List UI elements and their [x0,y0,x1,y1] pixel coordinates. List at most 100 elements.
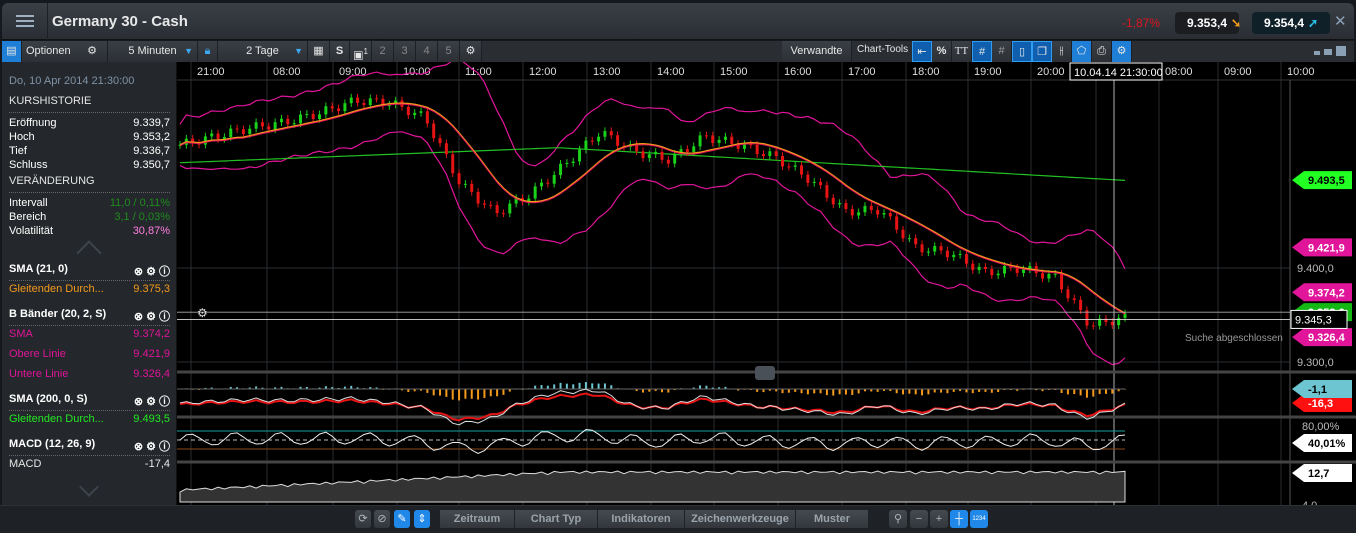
macd-histogram-bar [445,389,448,397]
remove-icon[interactable]: ⊗ [134,396,143,408]
slot-2[interactable]: 2 [372,41,394,62]
minimize-icon[interactable] [1314,51,1320,55]
indicator-line-value: 9.326,4 [133,368,170,380]
tab-zeichenwerkzeuge[interactable]: Zeichenwerkzeuge [685,510,795,528]
candle [324,106,328,115]
candle [933,246,937,252]
restore-icon[interactable] [1324,49,1332,55]
print-icon[interactable]: ⎙ [1092,41,1112,62]
grid-icon[interactable]: # [972,41,992,62]
menu-button[interactable] [2,3,48,40]
interval-value: 5 Minuten [128,45,177,57]
time-label: 19:00 [974,66,1002,78]
info-icon[interactable]: ⓘ [159,441,170,453]
chart-canvas[interactable]: 21:00 08:00 09:00 10:00 11:00 12:00 13:00 14:00… [177,58,1356,512]
candle [311,113,315,120]
cancel-icon[interactable]: ⊘ [374,510,390,528]
macd-histogram-bar [1104,389,1107,394]
settings-icon[interactable]: ⚙ [146,396,156,408]
macd-histogram-bar [813,389,816,394]
refresh-icon[interactable]: ⟳ [355,510,371,528]
text-size-button[interactable]: TT [952,41,972,62]
candle [463,183,467,185]
macd-histogram-bar [787,389,790,393]
zoom-in-icon[interactable]: + [930,510,948,528]
percent-button[interactable]: % [932,41,952,62]
interval-select[interactable]: 5 Minuten ▼ [108,41,198,62]
list-icon[interactable]: ▤ [2,41,22,62]
windows-icon[interactable]: ❐ [1032,41,1052,62]
macd-histogram-bar [800,389,803,394]
candle [203,136,207,145]
crosshair-icon[interactable]: ┼ [950,510,968,528]
candle [844,203,848,210]
candle [920,244,924,253]
candle [1066,289,1070,299]
candle-icon[interactable]: ▯ [1012,41,1032,62]
grid-numbers-button[interactable]: 1234 [970,510,988,528]
candle [666,159,670,164]
candle [819,181,823,186]
chart-toolbar: ▤ Optionen ⚙ 5 Minuten ▼ 🔒︎ 2 Tage ▼ ▦ S ▣1… [2,41,1354,62]
info-icon[interactable]: ⓘ [159,311,170,323]
price-chart[interactable]: 21:00 08:00 09:00 10:00 11:00 12:00 13:00 14:00… [177,58,1356,512]
lock-icon[interactable]: 🔒︎ [198,41,218,62]
range-select[interactable]: 2 Tage ▼ [218,41,308,62]
history-row: Eröffnung 9.339,7 [9,117,170,131]
sma200-line [179,147,1126,181]
buy-button[interactable]: 9.354,4 ➚ [1252,12,1330,34]
macd-histogram-bar [458,389,461,401]
tab-chart-typ[interactable]: Chart Typ [515,510,597,528]
tab-indikatoren[interactable]: Indikatoren [598,510,684,528]
sell-button[interactable]: 9.353,4 ➘ [1175,12,1241,34]
slot-5[interactable]: 5 [438,41,460,62]
candle [742,144,746,149]
pencil-icon[interactable]: ✎ [394,510,410,528]
slot-3[interactable]: 3 [394,41,416,62]
chart-gear-icon[interactable]: ⚙ [197,306,208,320]
settings-edit-icon[interactable]: ⚙ [1112,41,1132,62]
remove-icon[interactable]: ⊗ [134,311,143,323]
compare-icon[interactable]: ⫲ [1052,41,1072,62]
remove-icon[interactable]: ⊗ [134,266,143,278]
save-s-button[interactable]: S [330,41,350,62]
indicator-line: MACD -17,4 [9,458,170,472]
tab-muster[interactable]: Muster [796,510,868,528]
options-button[interactable]: Optionen ⚙ [22,41,108,62]
remove-icon[interactable]: ⊗ [134,441,143,453]
candle [603,131,607,137]
back-arrow-icon[interactable]: ⇤ [912,41,932,62]
macd-histogram-bar [857,389,860,394]
candle [869,205,873,210]
info-icon[interactable]: ⓘ [159,396,170,408]
candle [337,108,341,112]
tag-icon[interactable]: ⬠ [1072,41,1092,62]
candle [755,144,759,155]
settings-icon[interactable]: ⚙ [146,311,156,323]
candle [1117,317,1121,326]
tab-zeitraum[interactable]: Zeitraum [440,510,514,528]
settings-icon[interactable]: ⚙ [146,441,156,453]
candle [685,149,689,152]
history-label: Schluss [9,159,48,171]
info-icon[interactable]: ⓘ [159,266,170,278]
slot-4[interactable]: 4 [416,41,438,62]
expand-vertical-icon[interactable]: ⇕ [414,510,430,528]
candle [413,112,417,116]
candle [787,166,791,168]
scroll-down-icon[interactable] [79,477,99,497]
settings-icon[interactable]: ⚙ [146,266,156,278]
calendar-icon[interactable]: ▦ [308,41,330,62]
save-slot-button[interactable]: ▣1 [350,41,372,62]
panel-resize-handle[interactable] [755,366,775,380]
scroll-up-icon[interactable] [76,240,102,266]
settings-gear-icon[interactable]: ⚙ [460,41,482,62]
candle [654,151,658,155]
grid-edit-icon[interactable]: # [992,41,1012,62]
macd-histogram-bar [895,389,898,394]
maximize-icon[interactable] [1336,46,1346,56]
zoom-icon[interactable]: ⚲ [889,510,907,528]
zoom-out-icon[interactable]: − [910,510,928,528]
related-button[interactable]: Verwandte [782,41,852,62]
close-icon[interactable]: ✕ [1334,12,1347,30]
